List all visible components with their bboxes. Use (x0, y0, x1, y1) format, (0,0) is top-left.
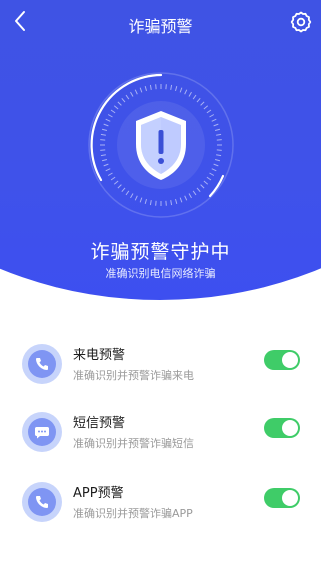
hero-title: 诈骗预警守护中 (90, 241, 231, 263)
top-bar: 诈骗预警 (0, 0, 321, 44)
app-alert-label: APP预警 (73, 486, 124, 501)
app-alert-icon (22, 482, 62, 522)
protection-dial (88, 72, 234, 218)
settings-button[interactable] (289, 10, 313, 34)
app-alert-toggle[interactable] (264, 488, 300, 508)
phone-icon (36, 358, 48, 370)
toggle-knob (282, 352, 298, 368)
toggle-knob (282, 490, 298, 506)
gear-icon (290, 11, 312, 33)
sms-alert-icon (22, 412, 62, 452)
app-alert-desc: 准确识别并预警诈骗APP (73, 507, 193, 520)
message-icon (35, 427, 49, 439)
sms-alert-desc: 准确识别并预警诈骗短信 (73, 437, 194, 450)
alert-item-app: APP预警 准确识别并预警诈骗APP (0, 482, 321, 534)
sms-alert-label: 短信预警 (73, 416, 126, 431)
toggle-knob (282, 420, 298, 436)
alert-item-call: 来电预警 准确识别并预警诈骗来电 (0, 344, 321, 396)
phone-icon (36, 496, 48, 508)
call-alert-icon (22, 344, 62, 384)
call-alert-label: 来电预警 (73, 348, 126, 363)
hero-subtitle: 准确识别电信网络诈骗 (105, 267, 216, 280)
alert-item-sms: 短信预警 准确识别并预警诈骗短信 (0, 412, 321, 464)
call-alert-toggle[interactable] (264, 350, 300, 370)
page-title: 诈骗预警 (128, 17, 193, 36)
sms-alert-toggle[interactable] (264, 418, 300, 438)
call-alert-desc: 准确识别并预警诈骗来电 (73, 369, 194, 382)
